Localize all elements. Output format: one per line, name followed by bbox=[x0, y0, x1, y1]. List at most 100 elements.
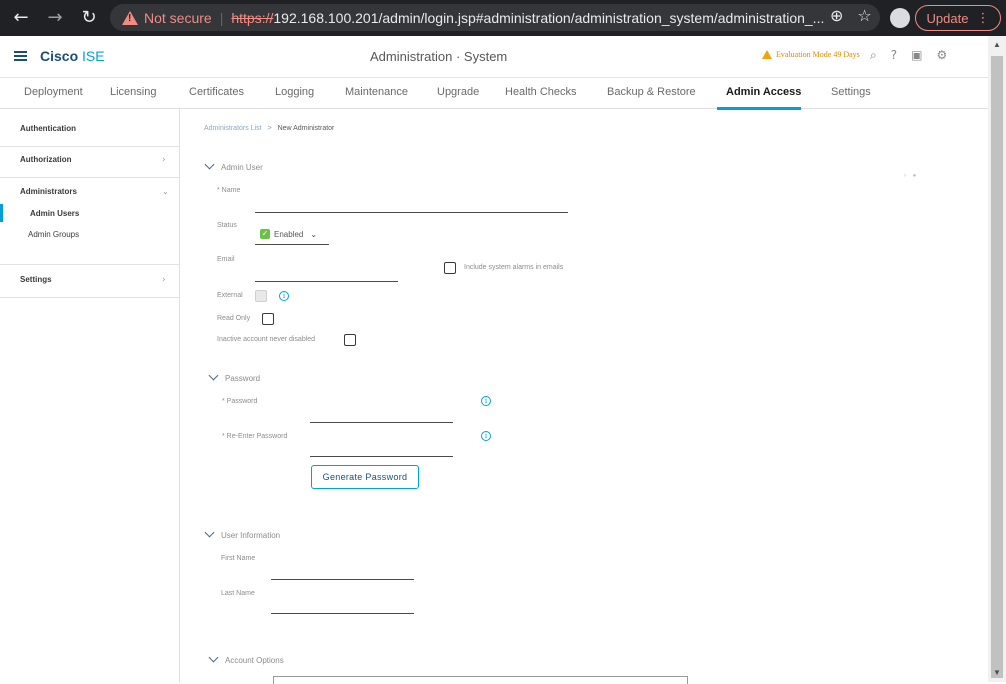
include-alarms-checkbox[interactable] bbox=[444, 262, 456, 274]
tab-health-checks[interactable]: Health Checks bbox=[505, 86, 577, 98]
breadcrumb: Administrators List > New Administrator bbox=[204, 125, 335, 132]
password-input[interactable] bbox=[310, 407, 453, 421]
page-title: Administration · System bbox=[370, 49, 508, 64]
inactive-label: Inactive account never disabled bbox=[217, 336, 316, 343]
sidebar: Authentication Authorization › Administra… bbox=[0, 109, 180, 682]
active-item-indicator bbox=[0, 204, 3, 222]
sidebar-item-admin-groups[interactable]: Admin Groups bbox=[28, 230, 79, 239]
password-underline bbox=[310, 422, 453, 423]
reenter-password-underline bbox=[310, 456, 453, 457]
scroll-down-icon[interactable]: ▼ bbox=[993, 668, 1001, 677]
app-header: Cisco ISE Administration · System Evalua… bbox=[0, 36, 988, 78]
breadcrumb-current: New Administrator bbox=[277, 125, 335, 132]
url-separator: | bbox=[219, 9, 224, 26]
update-button[interactable]: Update ⋮ bbox=[915, 5, 1001, 31]
chevron-down-icon bbox=[208, 370, 219, 381]
tab-bar: Deployment Licensing Certificates Loggin… bbox=[0, 78, 988, 110]
first-name-label: First Name bbox=[221, 555, 256, 562]
info-icon[interactable]: i bbox=[481, 431, 491, 441]
name-input-underline bbox=[255, 212, 568, 213]
tab-logging[interactable]: Logging bbox=[275, 86, 314, 98]
chevron-down-icon: ⌄ bbox=[162, 187, 169, 196]
section-admin-user[interactable]: Admin User bbox=[204, 159, 263, 172]
address-bar[interactable]: Not secure | https:// 192.168.100.201/ad… bbox=[110, 4, 880, 31]
pagination-dots: › ● bbox=[904, 173, 917, 179]
status-select[interactable]: ✓ Enabled ⌄ bbox=[260, 226, 330, 242]
email-input-underline bbox=[255, 281, 398, 282]
page-scrollbar[interactable]: ▲ ▼ bbox=[988, 36, 1006, 682]
inactive-never-disabled-checkbox[interactable] bbox=[344, 334, 356, 346]
section-user-information[interactable]: User Information bbox=[204, 527, 280, 540]
tab-upgrade[interactable]: Upgrade bbox=[437, 86, 479, 98]
tab-licensing[interactable]: Licensing bbox=[110, 86, 156, 98]
include-alarms-label: Include system alarms in emails bbox=[464, 264, 564, 271]
password-label: * Password bbox=[222, 398, 258, 405]
star-icon[interactable]: ☆ bbox=[857, 6, 871, 25]
menu-icon: ⋮ bbox=[976, 10, 990, 26]
sidebar-item-admin-users[interactable]: Admin Users bbox=[30, 209, 79, 218]
description-textarea[interactable] bbox=[273, 676, 688, 684]
reenter-password-input[interactable] bbox=[310, 441, 453, 455]
tab-admin-access[interactable]: Admin Access bbox=[726, 86, 801, 98]
not-secure-label[interactable]: Not secure bbox=[144, 10, 212, 26]
chevron-down-icon bbox=[204, 527, 215, 538]
browser-toolbar: ← → ↻ Not secure | https:// 192.168.100.… bbox=[0, 0, 1006, 36]
gear-icon[interactable]: ⚙ bbox=[936, 48, 947, 63]
evaluation-badge[interactable]: Evaluation Mode 49 Days bbox=[762, 50, 860, 59]
help-icon[interactable]: ? bbox=[891, 48, 897, 63]
back-icon[interactable]: ← bbox=[10, 7, 32, 29]
divider bbox=[0, 264, 180, 265]
last-name-label: Last Name bbox=[221, 590, 255, 597]
divider bbox=[0, 297, 180, 298]
chevron-right-icon: › bbox=[162, 275, 166, 285]
chevron-down-icon bbox=[208, 652, 219, 663]
last-name-underline bbox=[271, 613, 414, 614]
search-icon[interactable]: ⌕ bbox=[870, 48, 877, 63]
email-input[interactable] bbox=[255, 266, 398, 280]
reload-icon[interactable]: ↻ bbox=[78, 7, 100, 29]
first-name-underline bbox=[271, 579, 414, 580]
status-label: Status bbox=[217, 222, 237, 229]
tab-settings[interactable]: Settings bbox=[831, 86, 871, 98]
update-label: Update bbox=[926, 10, 969, 26]
chevron-down-icon: ⌄ bbox=[310, 229, 318, 239]
info-icon[interactable]: i bbox=[481, 396, 491, 406]
last-name-input[interactable] bbox=[271, 598, 414, 612]
divider bbox=[0, 146, 180, 147]
warning-icon bbox=[122, 10, 138, 25]
scroll-thumb[interactable] bbox=[991, 56, 1003, 678]
url-scheme: https:// bbox=[231, 9, 274, 26]
main-content: Administrators List > New Administrator … bbox=[180, 109, 988, 684]
chevron-down-icon bbox=[204, 159, 215, 170]
warning-icon bbox=[762, 50, 772, 59]
name-input[interactable] bbox=[255, 197, 568, 211]
tab-maintenance[interactable]: Maintenance bbox=[345, 86, 408, 98]
divider bbox=[0, 177, 180, 178]
url-text: 192.168.100.201/admin/login.jsp#administ… bbox=[273, 9, 825, 26]
section-password[interactable]: Password bbox=[208, 370, 260, 383]
first-name-input[interactable] bbox=[271, 564, 414, 578]
generate-password-button[interactable]: Generate Password bbox=[311, 465, 419, 489]
email-label: Email bbox=[217, 256, 235, 263]
reenter-password-label: * Re-Enter Password bbox=[222, 433, 288, 440]
status-underline bbox=[255, 244, 329, 245]
brand-logo[interactable]: Cisco ISE bbox=[40, 48, 105, 64]
read-only-checkbox[interactable] bbox=[262, 313, 274, 325]
zoom-icon[interactable]: ⊕ bbox=[830, 6, 843, 25]
read-only-label: Read Only bbox=[217, 315, 251, 322]
scroll-up-icon[interactable]: ▲ bbox=[993, 40, 1001, 49]
external-checkbox[interactable] bbox=[255, 290, 267, 302]
external-label: External bbox=[217, 292, 243, 299]
hamburger-menu-icon[interactable] bbox=[14, 51, 27, 61]
breadcrumb-link[interactable]: Administrators List bbox=[204, 125, 262, 132]
section-account-options[interactable]: Account Options bbox=[208, 652, 284, 665]
dashboard-icon[interactable]: ▣ bbox=[911, 48, 922, 63]
chevron-right-icon: › bbox=[162, 155, 166, 165]
tab-backup-restore[interactable]: Backup & Restore bbox=[607, 86, 696, 98]
tab-certificates[interactable]: Certificates bbox=[189, 86, 244, 98]
forward-icon[interactable]: → bbox=[44, 7, 66, 29]
check-icon: ✓ bbox=[260, 229, 270, 239]
profile-icon[interactable] bbox=[890, 8, 910, 28]
tab-deployment[interactable]: Deployment bbox=[24, 86, 83, 98]
info-icon[interactable]: i bbox=[279, 291, 289, 301]
